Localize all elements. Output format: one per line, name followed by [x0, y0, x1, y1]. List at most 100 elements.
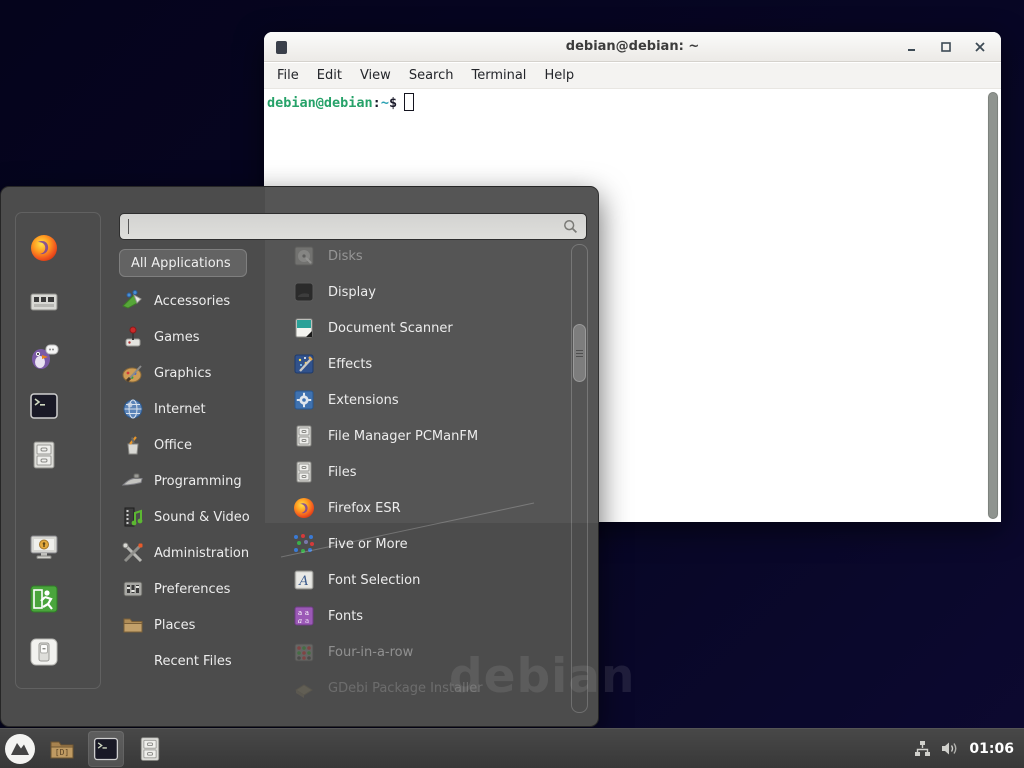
svg-text:a: a: [305, 617, 309, 625]
programming-icon: [121, 469, 145, 493]
category-sound-video[interactable]: Sound & Video: [119, 499, 271, 535]
network-icon[interactable]: [914, 740, 931, 757]
category-administration[interactable]: Administration: [119, 535, 271, 571]
prompt-user-host: debian@debian: [267, 95, 373, 111]
menu-file[interactable]: File: [270, 65, 306, 86]
category-programming[interactable]: Programming: [119, 463, 271, 499]
games-icon: [121, 325, 145, 349]
favorite-file-manager-button[interactable]: [28, 439, 60, 471]
favorite-logout-button[interactable]: [28, 583, 60, 615]
app-document-scanner[interactable]: Document Scanner: [284, 310, 568, 346]
taskbar-folder-launcher[interactable]: [D]: [44, 731, 80, 767]
app-extensions[interactable]: Extensions: [284, 382, 568, 418]
terminal-icon: [92, 735, 120, 763]
favorite-pidgin-button[interactable]: [28, 340, 60, 372]
favorite-control-center-button[interactable]: [28, 286, 60, 318]
category-all-applications[interactable]: All Applications: [119, 249, 247, 277]
control-center-icon: [28, 286, 60, 318]
volume-icon[interactable]: [941, 740, 959, 757]
category-places[interactable]: Places: [119, 607, 271, 643]
menu-help[interactable]: Help: [537, 65, 581, 86]
favorite-terminal-button[interactable]: [28, 390, 60, 422]
menu-scrollbar[interactable]: [571, 244, 588, 713]
disks-icon: [292, 244, 316, 268]
category-accessories[interactable]: Accessories: [119, 283, 271, 319]
applications-list: Disks Display Document Scanner: [284, 238, 568, 706]
terminal-scrollbar-thumb[interactable]: [988, 92, 998, 519]
window-title: debian@debian: ~: [264, 39, 1001, 54]
app-gdebi-package-installer[interactable]: GDebi Package Installer: [284, 670, 568, 706]
svg-text:[D]: [D]: [55, 748, 69, 757]
menu-search[interactable]: Search: [402, 65, 461, 86]
lock-screen-icon: [28, 531, 60, 563]
app-disks[interactable]: Disks: [284, 238, 568, 274]
font-selection-icon: A: [292, 568, 316, 592]
app-display[interactable]: Display: [284, 274, 568, 310]
menu-search-input[interactable]: [119, 213, 587, 240]
graphics-icon: [121, 361, 145, 385]
category-internet[interactable]: Internet: [119, 391, 271, 427]
effects-icon: [292, 352, 316, 376]
taskbar-clock[interactable]: 01:06: [969, 741, 1014, 757]
category-graphics[interactable]: Graphics: [119, 355, 271, 391]
prompt-path: ~: [381, 95, 389, 111]
svg-text:A: A: [298, 574, 308, 589]
firefox-icon: [292, 496, 316, 520]
internet-globe-icon: [121, 397, 145, 421]
terminal-icon: [28, 390, 60, 422]
office-icon: [121, 433, 145, 457]
taskbar-terminal-window-button[interactable]: [88, 731, 124, 767]
search-icon: [563, 219, 578, 234]
shutdown-icon: [28, 636, 60, 668]
category-recent-files[interactable]: Recent Files: [119, 643, 271, 679]
file-cabinet-icon: [136, 735, 164, 763]
app-effects[interactable]: Effects: [284, 346, 568, 382]
minimize-button[interactable]: [905, 40, 919, 54]
extensions-icon: [292, 388, 316, 412]
display-icon: [292, 280, 316, 304]
terminal-titlebar[interactable]: debian@debian: ~: [264, 32, 1001, 62]
firefox-icon: [28, 232, 60, 264]
category-games[interactable]: Games: [119, 319, 271, 355]
menu-view[interactable]: View: [353, 65, 398, 86]
category-preferences[interactable]: Preferences: [119, 571, 271, 607]
app-four-in-a-row[interactable]: Four-in-a-row: [284, 634, 568, 670]
app-file-manager-pcmanfm[interactable]: File Manager PCManFM: [284, 418, 568, 454]
close-button[interactable]: [973, 40, 987, 54]
categories-list: All Applications Accessories Games: [119, 245, 271, 679]
favorite-lock-screen-button[interactable]: [28, 531, 60, 563]
favorite-shutdown-button[interactable]: [28, 636, 60, 668]
folder-icon: [D]: [48, 735, 76, 763]
accessories-icon: [121, 289, 145, 313]
gdebi-icon: [292, 676, 316, 700]
app-files[interactable]: Files: [284, 454, 568, 490]
maximize-button[interactable]: [939, 40, 953, 54]
administration-icon: [121, 541, 145, 565]
app-five-or-more[interactable]: Five or More: [284, 526, 568, 562]
menu-scrollbar-thumb[interactable]: [573, 324, 586, 382]
text-cursor: [404, 93, 414, 111]
category-office[interactable]: Office: [119, 427, 271, 463]
file-cabinet-icon: [292, 460, 316, 484]
preferences-icon: [121, 577, 145, 601]
app-fonts[interactable]: a a a a Fonts: [284, 598, 568, 634]
fonts-icon: a a a a: [292, 604, 316, 628]
app-font-selection[interactable]: A Font Selection: [284, 562, 568, 598]
places-folder-icon: [121, 613, 145, 637]
favorite-firefox-button[interactable]: [28, 232, 60, 264]
terminal-window-icon: [276, 41, 287, 54]
sound-video-icon: [121, 505, 145, 529]
five-or-more-icon: [292, 532, 316, 556]
menu-terminal[interactable]: Terminal: [464, 65, 533, 86]
prompt-separator: :: [373, 95, 381, 111]
taskbar-file-manager-launcher[interactable]: [132, 731, 168, 767]
logout-icon: [28, 583, 60, 615]
svg-text:a: a: [305, 609, 309, 617]
pidgin-icon: [28, 340, 60, 372]
document-scanner-icon: [292, 316, 316, 340]
app-firefox-esr[interactable]: Firefox ESR: [284, 490, 568, 526]
terminal-scrollbar[interactable]: [987, 92, 999, 519]
menu-edit[interactable]: Edit: [310, 65, 349, 86]
menu-button[interactable]: [4, 733, 36, 765]
search-caret: [128, 219, 129, 234]
